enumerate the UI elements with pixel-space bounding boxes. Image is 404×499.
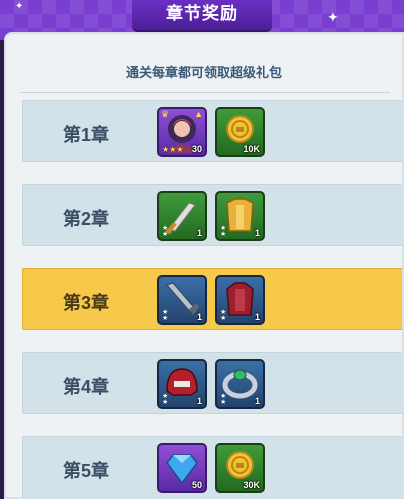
star-rating: ★ ★	[220, 225, 227, 238]
chapter-label: 第1章	[63, 125, 110, 145]
reward-slot-diamond[interactable]: 50	[157, 443, 207, 493]
reward-slot-helmet[interactable]: ★ ★ 1	[157, 359, 207, 409]
chapter-label: 第4章	[63, 377, 110, 397]
star-rating: ★★★	[162, 145, 184, 154]
reward-qty: 30K	[243, 480, 260, 490]
reward-qty: 1	[254, 396, 260, 406]
reward-slot-armor[interactable]: ★ ★ 1	[215, 191, 265, 241]
rank-badge-icon: ▲	[194, 109, 203, 119]
star-rating: ★ ★	[162, 225, 169, 238]
star-rating: ★ ★	[162, 393, 169, 406]
chapter-label: 第2章	[63, 209, 110, 229]
panel-subtitle: 通关每章都可领取超级礼包	[125, 65, 282, 80]
star-rating: ★ ★	[162, 309, 169, 322]
crown-icon: ♛	[161, 109, 170, 119]
reward-qty: 1	[254, 312, 260, 322]
reward-qty: 10K	[243, 144, 260, 154]
star-rating: ★ ★	[220, 393, 227, 406]
reward-slot-coin[interactable]: 30K	[215, 443, 265, 493]
reward-qty: 30	[191, 144, 202, 154]
chapter-row-5[interactable]: 第5章 50 30K	[22, 436, 402, 497]
chapter-label: 第5章	[63, 461, 110, 481]
reward-qty: 1	[196, 396, 202, 406]
chapter-row-3[interactable]: 第3章 ★ ★ 1 ★ ★ 1	[22, 268, 402, 330]
reward-qty: 1	[196, 228, 202, 238]
page-title: 章节奖励	[132, 0, 272, 30]
chapter-row-1[interactable]: 第1章 ♛ ▲ ★★★ 30 10K	[22, 100, 402, 162]
reward-slot-ring[interactable]: ★ ★ 1	[215, 359, 265, 409]
reward-slot-red-armor[interactable]: ★ ★ 1	[215, 275, 265, 325]
sparkle-icon: ✦	[327, 9, 339, 25]
sparkle-icon: ✦	[15, 1, 24, 12]
reward-slot-coin[interactable]: 10K	[215, 107, 265, 157]
chapter-row-2[interactable]: 第2章 ★ ★ 1 ★ ★ 1	[22, 184, 402, 246]
reward-qty: 1	[254, 228, 260, 238]
divider	[20, 92, 390, 93]
reward-slot-blade[interactable]: ★ ★ 1	[157, 275, 207, 325]
reward-slot-hero[interactable]: ♛ ▲ ★★★ 30	[157, 107, 207, 157]
star-rating: ★ ★	[220, 309, 227, 322]
reward-qty: 50	[191, 480, 202, 490]
reward-slot-sword[interactable]: ★ ★ 1	[157, 191, 207, 241]
chapter-rewards-panel: 通关每章都可领取超级礼包 第1章 ♛ ▲ ★★★ 30 10K 第2章 ★ ★ …	[4, 32, 404, 499]
reward-qty: 1	[196, 312, 202, 322]
chapter-label: 第3章	[63, 293, 110, 313]
chapter-row-4[interactable]: 第4章 ★ ★ 1 ★ ★ 1	[22, 352, 402, 414]
